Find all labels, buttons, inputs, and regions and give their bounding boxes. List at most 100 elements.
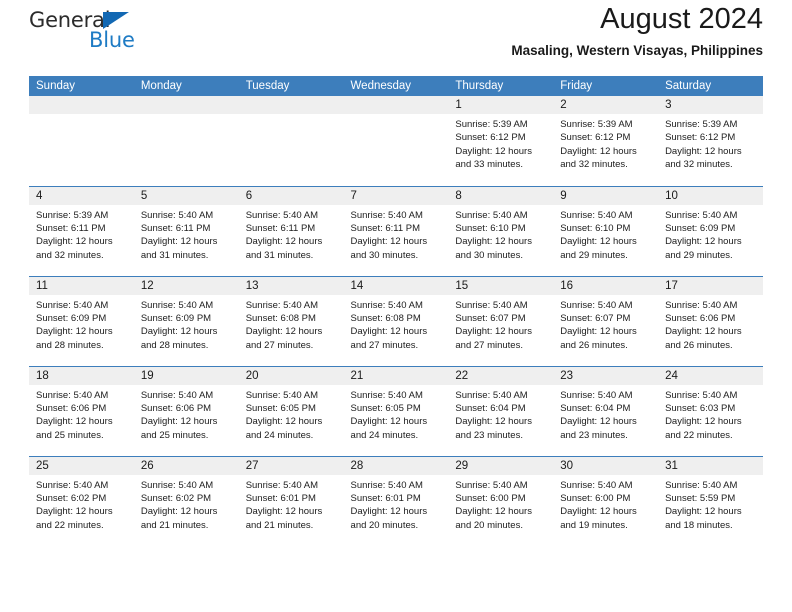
day-number: 6: [238, 186, 344, 205]
calendar-day-cell[interactable]: 13 Sunrise: 5:40 AM Sunset: 6:08 PM Dayligh…: [238, 275, 344, 366]
weekday-header-sunday: Sunday: [29, 76, 134, 96]
day-number: 13: [238, 276, 344, 295]
day-number: 3: [658, 96, 763, 114]
sunrise-time: Sunrise: 5:40 AM: [455, 389, 528, 401]
day-details: Sunrise: 5:40 AM Sunset: 6:01 PM Daylight:…: [239, 475, 344, 533]
sunrise-time: Sunrise: 5:39 AM: [455, 119, 528, 130]
day-details: Sunrise: 5:39 AM Sunset: 6:12 PM Daylight:…: [448, 114, 553, 172]
daylight-duration-line2: and 33 minutes.: [455, 159, 523, 171]
sunrise-time: Sunrise: 5:40 AM: [245, 389, 319, 401]
calendar-day-cell[interactable]: 29 Sunrise: 5:40 AM Sunset: 6:00 PM Dayligh…: [448, 455, 554, 546]
calendar-day-cell[interactable]: 11 Sunrise: 5:40 AM Sunset: 6:09 PM Dayligh…: [29, 275, 134, 366]
sunset-time: Sunset: 6:08 PM: [245, 312, 316, 324]
daylight-duration-line1: Daylight: 12 hours: [36, 326, 113, 338]
sunrise-time: Sunrise: 5:40 AM: [140, 299, 214, 311]
sunset-time: Sunset: 6:06 PM: [665, 312, 736, 324]
calendar-day-cell[interactable]: 4 Sunrise: 5:39 AM Sunset: 6:11 PM Daylight…: [29, 185, 134, 276]
sunset-time: Sunset: 6:11 PM: [245, 222, 316, 234]
daylight-duration-line1: Daylight: 12 hours: [665, 326, 742, 338]
calendar-day-cell[interactable]: 30 Sunrise: 5:40 AM Sunset: 6:00 PM Dayligh…: [553, 455, 659, 546]
daylight-duration-line2: and 32 minutes.: [560, 159, 628, 171]
calendar-day-cell[interactable]: 14 Sunrise: 5:40 AM Sunset: 6:08 PM Dayligh…: [343, 275, 449, 366]
sunset-time: Sunset: 6:07 PM: [560, 312, 631, 324]
day-details: Sunrise: 5:39 AM Sunset: 6:12 PM Daylight:…: [553, 114, 658, 172]
daylight-duration-line2: and 32 minutes.: [36, 249, 104, 261]
day-number: 7: [343, 186, 449, 205]
calendar-day-cell[interactable]: 27 Sunrise: 5:40 AM Sunset: 6:01 PM Dayligh…: [238, 455, 344, 546]
weekday-header-thursday: Thursday: [448, 76, 554, 96]
calendar-day-cell[interactable]: 1 Sunrise: 5:39 AM Sunset: 6:12 PM Daylight…: [448, 96, 554, 186]
calendar-week-row: 11 Sunrise: 5:40 AM Sunset: 6:09 PM Dayligh…: [29, 275, 763, 366]
weekday-header-tuesday: Tuesday: [238, 76, 344, 96]
weekday-header-friday: Friday: [553, 76, 659, 96]
calendar-day-cell[interactable]: 12 Sunrise: 5:40 AM Sunset: 6:09 PM Dayligh…: [133, 275, 239, 366]
daylight-duration-line2: and 24 minutes.: [245, 429, 314, 441]
calendar-day-cell[interactable]: 23 Sunrise: 5:40 AM Sunset: 6:04 PM Dayligh…: [553, 365, 659, 456]
calendar-week-row: 18 Sunrise: 5:40 AM Sunset: 6:06 PM Dayligh…: [29, 365, 763, 456]
daylight-duration-line2: and 24 minutes.: [350, 429, 419, 441]
calendar-day-cell[interactable]: 18 Sunrise: 5:40 AM Sunset: 6:06 PM Dayligh…: [29, 365, 134, 456]
page-subtitle: Masaling, Western Visayas, Philippines: [511, 43, 763, 59]
sunrise-time: Sunrise: 5:40 AM: [140, 209, 214, 221]
day-number: 9: [553, 186, 659, 205]
sunset-time: Sunset: 6:08 PM: [350, 312, 421, 324]
day-number: 31: [658, 456, 763, 475]
day-details: Sunrise: 5:40 AM Sunset: 6:11 PM Daylight:…: [344, 205, 449, 263]
sunrise-time: Sunrise: 5:40 AM: [36, 299, 109, 311]
daylight-duration-line2: and 20 minutes.: [455, 519, 523, 531]
calendar-day-cell[interactable]: 25 Sunrise: 5:40 AM Sunset: 6:02 PM Dayligh…: [29, 455, 134, 546]
calendar-day-cell[interactable]: 5 Sunrise: 5:40 AM Sunset: 6:11 PM Daylight…: [133, 185, 239, 276]
sunset-time: Sunset: 5:59 PM: [665, 492, 736, 504]
page-title: August 2024: [600, 3, 763, 35]
day-number: 19: [133, 366, 239, 385]
day-details: Sunrise: 5:40 AM Sunset: 6:09 PM Daylight:…: [29, 295, 134, 353]
daylight-duration-line2: and 22 minutes.: [36, 519, 104, 531]
calendar-day-cell-empty: [238, 96, 344, 186]
calendar-day-cell[interactable]: 16 Sunrise: 5:40 AM Sunset: 6:07 PM Dayligh…: [553, 275, 659, 366]
day-number: 15: [448, 276, 554, 295]
calendar-day-cell[interactable]: 2 Sunrise: 5:39 AM Sunset: 6:12 PM Daylight…: [553, 96, 659, 186]
daylight-duration-line1: Daylight: 12 hours: [665, 236, 742, 248]
calendar-day-cell[interactable]: 20 Sunrise: 5:40 AM Sunset: 6:05 PM Dayligh…: [238, 365, 344, 456]
daylight-duration-line2: and 32 minutes.: [665, 159, 733, 171]
calendar-day-cell[interactable]: 3 Sunrise: 5:39 AM Sunset: 6:12 PM Daylight…: [658, 96, 763, 186]
calendar-day-cell[interactable]: 24 Sunrise: 5:40 AM Sunset: 6:03 PM Dayligh…: [658, 365, 763, 456]
calendar-day-cell[interactable]: 22 Sunrise: 5:40 AM Sunset: 6:04 PM Dayligh…: [448, 365, 554, 456]
calendar-day-cell[interactable]: 8 Sunrise: 5:40 AM Sunset: 6:10 PM Daylight…: [448, 185, 554, 276]
logo-triangle-icon: [103, 12, 129, 29]
sunrise-time: Sunrise: 5:40 AM: [245, 479, 319, 491]
day-details: Sunrise: 5:40 AM Sunset: 5:59 PM Daylight:…: [658, 475, 763, 533]
calendar-header: Sunday Monday Tuesday Wednesday Thursday…: [29, 76, 763, 96]
calendar-day-cell[interactable]: 10 Sunrise: 5:40 AM Sunset: 6:09 PM Dayligh…: [658, 185, 763, 276]
day-details: Sunrise: 5:39 AM Sunset: 6:12 PM Daylight:…: [658, 114, 763, 172]
daylight-duration-line1: Daylight: 12 hours: [245, 416, 323, 428]
day-details: Sunrise: 5:40 AM Sunset: 6:02 PM Daylight:…: [29, 475, 134, 533]
calendar-day-cell[interactable]: 31 Sunrise: 5:40 AM Sunset: 5:59 PM Dayligh…: [658, 455, 763, 546]
sunrise-time: Sunrise: 5:39 AM: [36, 209, 109, 221]
calendar-day-cell[interactable]: 28 Sunrise: 5:40 AM Sunset: 6:01 PM Dayligh…: [343, 455, 449, 546]
daylight-duration-line2: and 31 minutes.: [140, 249, 209, 261]
calendar-day-cell[interactable]: 21 Sunrise: 5:40 AM Sunset: 6:05 PM Dayligh…: [343, 365, 449, 456]
weekday-header-monday: Monday: [133, 76, 239, 96]
day-number: 30: [553, 456, 659, 475]
sunrise-time: Sunrise: 5:40 AM: [665, 299, 738, 311]
sunset-time: Sunset: 6:04 PM: [560, 402, 631, 414]
sunrise-time: Sunrise: 5:39 AM: [560, 119, 633, 130]
day-number: 26: [133, 456, 239, 475]
calendar-day-cell[interactable]: 19 Sunrise: 5:40 AM Sunset: 6:06 PM Dayligh…: [133, 365, 239, 456]
calendar-day-cell[interactable]: 6 Sunrise: 5:40 AM Sunset: 6:11 PM Daylight…: [238, 185, 344, 276]
daylight-duration-line2: and 23 minutes.: [560, 429, 628, 441]
calendar-day-cell[interactable]: 17 Sunrise: 5:40 AM Sunset: 6:06 PM Dayligh…: [658, 275, 763, 366]
day-details: Sunrise: 5:40 AM Sunset: 6:11 PM Daylight:…: [134, 205, 239, 263]
day-details: Sunrise: 5:40 AM Sunset: 6:01 PM Daylight:…: [344, 475, 449, 533]
calendar-day-cell[interactable]: 7 Sunrise: 5:40 AM Sunset: 6:11 PM Daylight…: [343, 185, 449, 276]
day-details: Sunrise: 5:40 AM Sunset: 6:00 PM Daylight:…: [553, 475, 658, 533]
daylight-duration-line1: Daylight: 12 hours: [665, 145, 742, 157]
calendar-day-cell[interactable]: 15 Sunrise: 5:40 AM Sunset: 6:07 PM Dayligh…: [448, 275, 554, 366]
calendar-day-cell[interactable]: 9 Sunrise: 5:40 AM Sunset: 6:10 PM Daylight…: [553, 185, 659, 276]
sunrise-time: Sunrise: 5:40 AM: [350, 299, 423, 311]
sunrise-time: Sunrise: 5:40 AM: [245, 209, 319, 221]
day-number: 23: [553, 366, 659, 385]
weekday-header-saturday: Saturday: [658, 76, 763, 96]
calendar-day-cell[interactable]: 26 Sunrise: 5:40 AM Sunset: 6:02 PM Dayligh…: [133, 455, 239, 546]
